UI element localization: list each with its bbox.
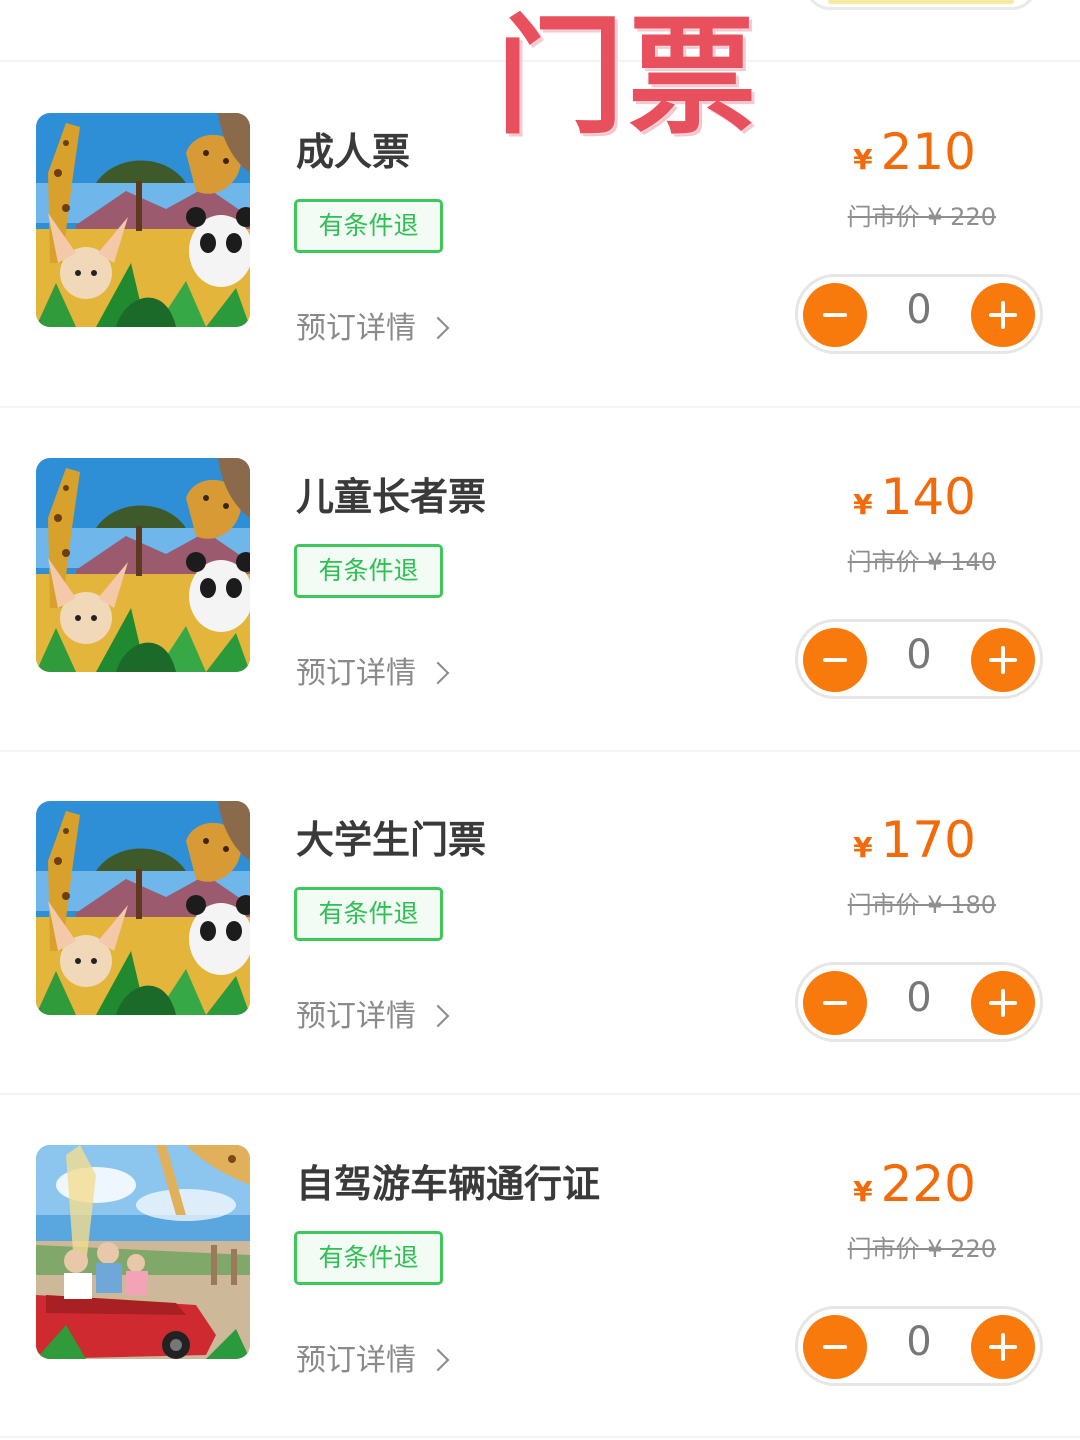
- quantity-stepper: 0: [795, 274, 1043, 354]
- price-value: 220: [880, 1155, 976, 1213]
- decrease-quantity-button[interactable]: [803, 971, 867, 1035]
- booking-details-label: 预订详情: [296, 656, 416, 691]
- ticket-item-self-drive-pass[interactable]: 自驾游车辆通行证 有条件退 预订详情 ¥220 门市价 ¥ 220 0: [0, 1145, 1080, 1440]
- ticket-item-child-senior[interactable]: 儿童长者票 有条件退 预订详情 ¥140 门市价 ¥ 140 0: [0, 458, 1080, 798]
- decrease-quantity-button[interactable]: [803, 628, 867, 692]
- ticket-name: 成人票: [296, 130, 411, 174]
- currency-symbol: ¥: [853, 1175, 873, 1208]
- ticket-thumbnail: [36, 113, 250, 327]
- booking-details-link[interactable]: 预订详情: [296, 648, 450, 692]
- currency-symbol: ¥: [853, 831, 873, 864]
- market-price: 门市价 ¥ 220: [847, 1235, 996, 1263]
- quantity-value: 0: [906, 287, 932, 333]
- ticket-name: 儿童长者票: [296, 475, 487, 519]
- safari-animals-image: [36, 113, 250, 327]
- refund-policy-badge: 有条件退: [294, 199, 443, 253]
- quantity-stepper: 0: [795, 619, 1043, 699]
- chevron-right-icon: [426, 1348, 450, 1372]
- ticket-list-page: 成人票 有条件退 预订详情 ¥210 门市价 ¥ 220 0 儿童长者票 有条件…: [0, 0, 1080, 1440]
- increase-quantity-button[interactable]: [971, 1315, 1035, 1379]
- price-value: 170: [880, 811, 976, 869]
- refund-policy-badge: 有条件退: [294, 887, 443, 941]
- chevron-right-icon: [426, 1004, 450, 1028]
- refund-policy-badge: 有条件退: [294, 544, 443, 598]
- booking-details-link[interactable]: 预订详情: [296, 991, 450, 1035]
- booking-details-link[interactable]: 预订详情: [296, 1335, 450, 1379]
- quantity-value: 0: [906, 632, 932, 678]
- increase-quantity-button[interactable]: [971, 628, 1035, 692]
- refund-policy-badge: 有条件退: [294, 1231, 443, 1285]
- ticket-thumbnail: [36, 1145, 250, 1359]
- quantity-value: 0: [906, 975, 932, 1021]
- self-drive-car-image: [36, 1145, 250, 1359]
- ticket-item-adult[interactable]: 成人票 有条件退 预订详情 ¥210 门市价 ¥ 220 0: [0, 113, 1080, 453]
- quantity-value: 0: [906, 1319, 932, 1365]
- minus-icon: [823, 1345, 847, 1349]
- ticket-name: 大学生门票: [296, 818, 487, 862]
- ticket-price: ¥170: [853, 811, 976, 869]
- price-value: 140: [880, 468, 976, 526]
- divider: [0, 406, 1080, 408]
- ticket-item-student[interactable]: 大学生门票 有条件退 预订详情 ¥170 门市价 ¥ 180 0: [0, 801, 1080, 1141]
- decrease-quantity-button[interactable]: [803, 283, 867, 347]
- ticket-name: 自驾游车辆通行证: [296, 1162, 601, 1206]
- ticket-thumbnail: [36, 458, 250, 672]
- market-price: 门市价 ¥ 220: [847, 203, 996, 231]
- price-value: 210: [880, 123, 976, 181]
- increase-quantity-button[interactable]: [971, 283, 1035, 347]
- decrease-quantity-button[interactable]: [803, 1315, 867, 1379]
- booking-details-label: 预订详情: [296, 999, 416, 1034]
- increase-quantity-button[interactable]: [971, 971, 1035, 1035]
- chevron-right-icon: [426, 316, 450, 340]
- currency-symbol: ¥: [853, 488, 873, 521]
- quantity-stepper: 0: [795, 1306, 1043, 1386]
- divider: [0, 1436, 1080, 1438]
- ticket-price: ¥140: [853, 468, 976, 526]
- market-price: 门市价 ¥ 140: [847, 548, 996, 576]
- minus-icon: [823, 658, 847, 662]
- currency-symbol: ¥: [853, 143, 873, 176]
- booking-details-link[interactable]: 预订详情: [296, 303, 450, 347]
- previous-quantity-stepper[interactable]: [805, 0, 1037, 10]
- safari-animals-image: [36, 458, 250, 672]
- quantity-stepper: 0: [795, 962, 1043, 1042]
- market-price: 门市价 ¥ 180: [847, 891, 996, 919]
- ticket-thumbnail: [36, 801, 250, 1015]
- chevron-right-icon: [426, 661, 450, 685]
- safari-animals-image: [36, 801, 250, 1015]
- booking-details-label: 预订详情: [296, 1343, 416, 1378]
- divider: [0, 1093, 1080, 1095]
- ticket-price: ¥210: [853, 123, 976, 181]
- minus-icon: [823, 1001, 847, 1005]
- overlay-title: 门票: [496, 3, 761, 152]
- ticket-price: ¥220: [853, 1155, 976, 1213]
- divider: [0, 750, 1080, 752]
- booking-details-label: 预订详情: [296, 311, 416, 346]
- minus-icon: [823, 313, 847, 317]
